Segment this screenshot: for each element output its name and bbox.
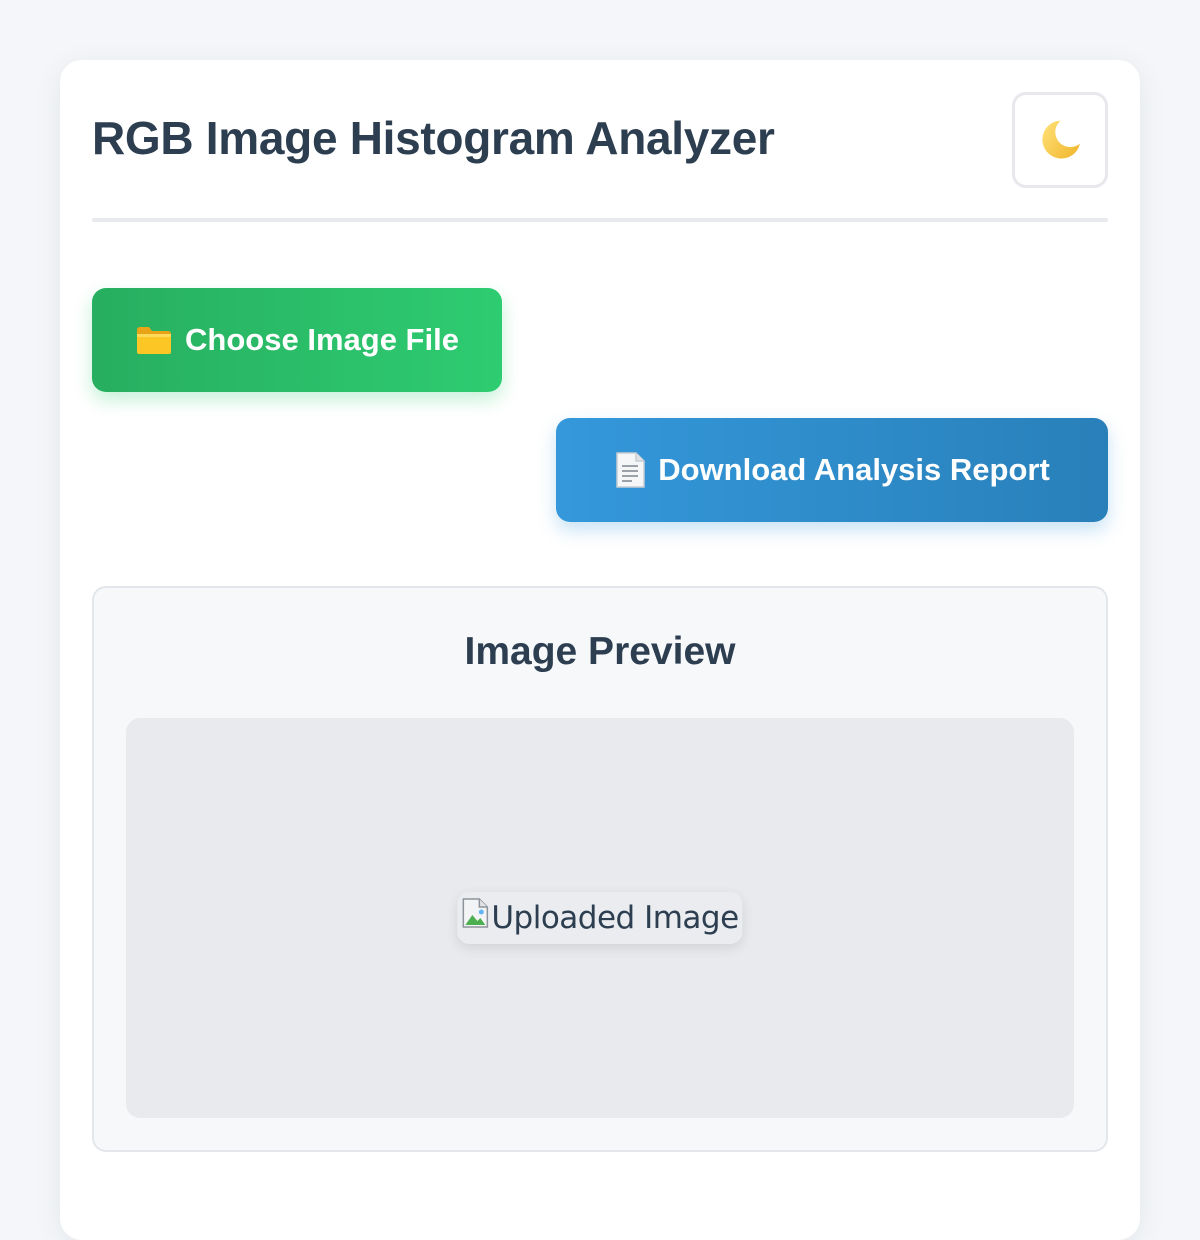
image-preview-area: Uploaded Image	[126, 718, 1074, 1118]
choose-image-file-label: Choose Image File	[185, 322, 459, 357]
image-preview-section: Image Preview Uploaded Image	[92, 586, 1108, 1152]
folder-icon	[135, 324, 173, 356]
document-icon	[614, 451, 646, 489]
app-card: RGB Image Histogram Analyzer Choose Imag…	[60, 60, 1140, 1240]
choose-image-file-button[interactable]: Choose Image File	[92, 288, 502, 392]
uploaded-image: Uploaded Image	[457, 892, 743, 944]
image-preview-title: Image Preview	[464, 630, 736, 673]
page-title: RGB Image Histogram Analyzer	[92, 112, 775, 164]
image-alt-text: Uploaded Image	[491, 900, 739, 936]
download-analysis-report-label: Download Analysis Report	[658, 452, 1050, 487]
moon-icon	[1037, 117, 1083, 163]
theme-toggle-button[interactable]	[1012, 92, 1108, 188]
header: RGB Image Histogram Analyzer	[92, 92, 1108, 222]
download-analysis-report-button[interactable]: Download Analysis Report	[556, 418, 1108, 522]
broken-image-icon	[459, 897, 491, 929]
header-divider	[92, 218, 1108, 222]
